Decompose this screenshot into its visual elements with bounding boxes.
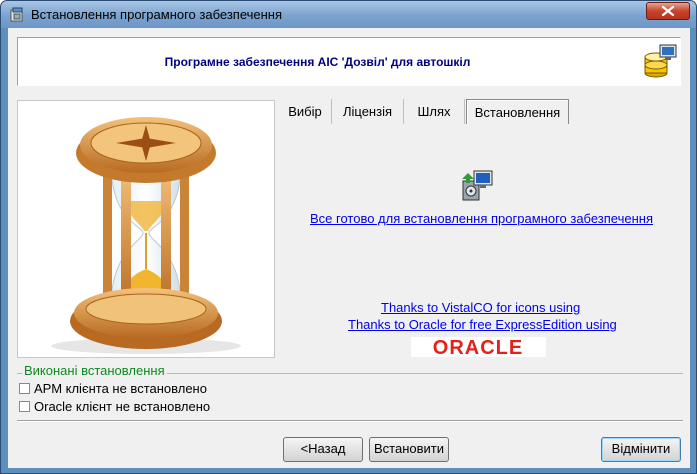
header-banner: Програмне забезпечення АІС 'Дозвіл' для …	[17, 37, 681, 86]
window-title: Встановлення програмного забезпечення	[31, 7, 283, 22]
back-button[interactable]: <Назад	[283, 437, 363, 462]
arm-client-checkbox-row[interactable]: АРМ клієнта не встановлено	[19, 381, 207, 397]
footer-divider	[17, 420, 683, 422]
tab-installation[interactable]: Встановлення	[466, 99, 569, 124]
title-bar[interactable]: Встановлення програмного забезпечення	[1, 1, 696, 28]
installer-icon	[462, 170, 493, 201]
svg-text:ORACLE: ORACLE	[433, 337, 523, 357]
hourglass-image-panel	[17, 100, 275, 358]
thanks-oracle-link[interactable]: Thanks to Oracle for free ExpressEdition…	[348, 317, 617, 332]
completed-group-label: Виконані встановлення	[22, 363, 167, 378]
install-button[interactable]: Встановити	[369, 437, 449, 462]
arm-client-checkbox[interactable]	[19, 383, 30, 394]
database-setup-icon	[644, 44, 677, 78]
app-icon	[10, 7, 23, 22]
tab-license[interactable]: Ліцензія	[332, 99, 404, 124]
hourglass-image	[51, 117, 241, 354]
installer-window: Встановлення програмного забезпечення Пр…	[0, 0, 697, 474]
oracle-client-checkbox-row[interactable]: Oracle клієнт не встановлено	[19, 399, 210, 415]
oracle-logo[interactable]: ORACLE	[411, 337, 546, 357]
thanks-vistalco-link[interactable]: Thanks to VistalCO for icons using	[381, 300, 580, 315]
oracle-client-checkbox[interactable]	[19, 401, 30, 412]
tab-choice[interactable]: Вибір	[279, 99, 332, 124]
tab-path-label: Шлях	[417, 104, 451, 119]
cancel-button-label: Відмінити	[611, 441, 671, 456]
close-button[interactable]	[646, 2, 690, 20]
arm-client-checkbox-label: АРМ клієнта не встановлено	[34, 381, 207, 396]
back-button-label: <Назад	[300, 441, 346, 456]
install-button-label: Встановити	[373, 441, 444, 456]
close-icon	[661, 5, 675, 17]
tab-license-label: Ліцензія	[342, 104, 393, 119]
cancel-button[interactable]: Відмінити	[601, 437, 681, 462]
tab-choice-label: Вибір	[288, 104, 322, 119]
oracle-client-checkbox-label: Oracle клієнт не встановлено	[34, 399, 211, 414]
page-title: Програмне забезпечення АІС 'Дозвіл' для …	[164, 55, 471, 69]
tab-path[interactable]: Шлях	[404, 99, 465, 124]
tab-installation-label: Встановлення	[474, 105, 561, 120]
window-client-area: Програмне забезпечення АІС 'Дозвіл' для …	[8, 28, 690, 468]
ready-to-install-link[interactable]: Все готово для встановлення програмного …	[310, 211, 653, 226]
